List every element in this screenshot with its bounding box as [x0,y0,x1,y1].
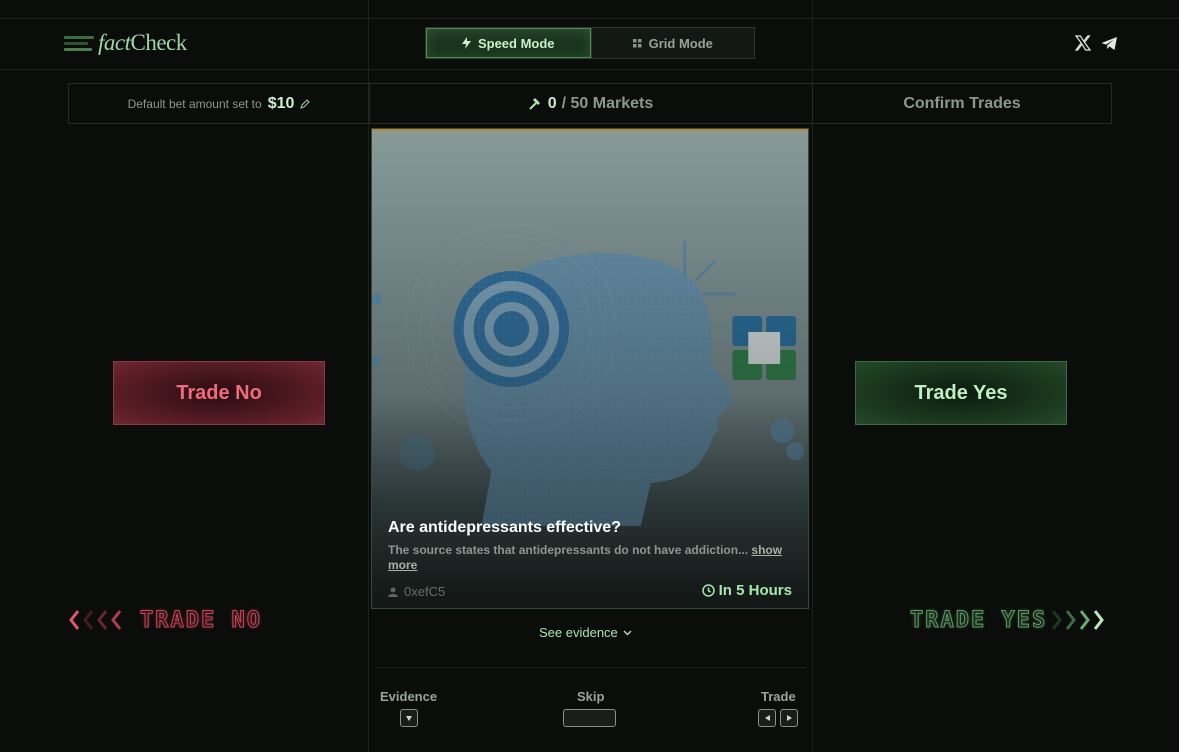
swipe-trade-yes-label: TRADE YES [909,608,1048,634]
see-evidence-link[interactable]: See evidence [539,625,632,640]
chevrons-left-icon [69,610,122,630]
bolt-icon [461,37,471,49]
grid-mode-label: Grid Mode [648,35,713,51]
hint-evidence-label: Evidence [380,689,438,704]
user-icon [388,587,398,597]
trade-yes-button[interactable]: Trade Yes [855,361,1067,425]
markets-counter: 0 / 50 Markets [370,84,813,123]
spacebar-key-icon [563,709,616,727]
arrow-down-key-icon [400,709,418,727]
grid-mode-button[interactable]: Grid Mode [590,28,755,58]
info-bar: Default bet amount set to $10 0 / 50 Mar… [68,83,1112,124]
confirm-trades-button[interactable]: Confirm Trades [813,84,1111,123]
card-description-text: The source states that antidepressants d… [388,543,749,557]
x-icon[interactable] [1074,34,1092,52]
clock-icon [701,584,715,597]
gavel-icon [529,97,540,110]
logo[interactable]: factCheck [64,30,187,56]
arrow-left-key-icon [758,709,776,727]
bet-label: Default bet amount set to [127,96,262,111]
market-card[interactable]: Are antidepressants effective? The sourc… [371,128,809,609]
speed-mode-button[interactable]: Speed Mode [426,28,591,58]
mode-switch: Speed Mode Grid Mode [425,27,755,59]
trade-no-button[interactable]: Trade No [113,361,325,425]
card-accent [372,129,808,131]
card-image [372,131,808,608]
hint-trade-label: Trade [761,689,796,704]
pencil-icon[interactable] [300,98,311,109]
arrow-right-key-icon [780,709,798,727]
card-title: Are antidepressants effective? [388,519,621,536]
time-remaining: In 5 Hours [718,582,792,599]
divider-top [0,18,1179,19]
markets-count: 0 [547,94,557,112]
swipe-trade-no-label: TRADE NO [140,608,262,634]
card-description: The source states that antidepressants d… [388,543,792,573]
card-author: 0xefC5 [388,584,445,599]
logo-icon [64,35,94,51]
markets-total: / 50 Markets [561,94,654,112]
speed-mode-label: Speed Mode [477,35,555,51]
grid-icon [632,38,642,47]
logo-text: factCheck [98,30,187,55]
divider-header [0,69,1179,70]
see-evidence-label: See evidence [539,625,618,640]
author-address: 0xefC5 [404,584,446,599]
hint-skip-label: Skip [577,689,605,704]
telegram-icon[interactable] [1100,34,1118,52]
default-bet[interactable]: Default bet amount set to $10 [69,84,370,123]
hints-divider [376,667,806,668]
chevron-down-icon [623,630,632,635]
chevrons-right-icon [1051,610,1104,630]
bet-value: $10 [267,94,295,112]
card-time: In 5 Hours [701,582,792,599]
